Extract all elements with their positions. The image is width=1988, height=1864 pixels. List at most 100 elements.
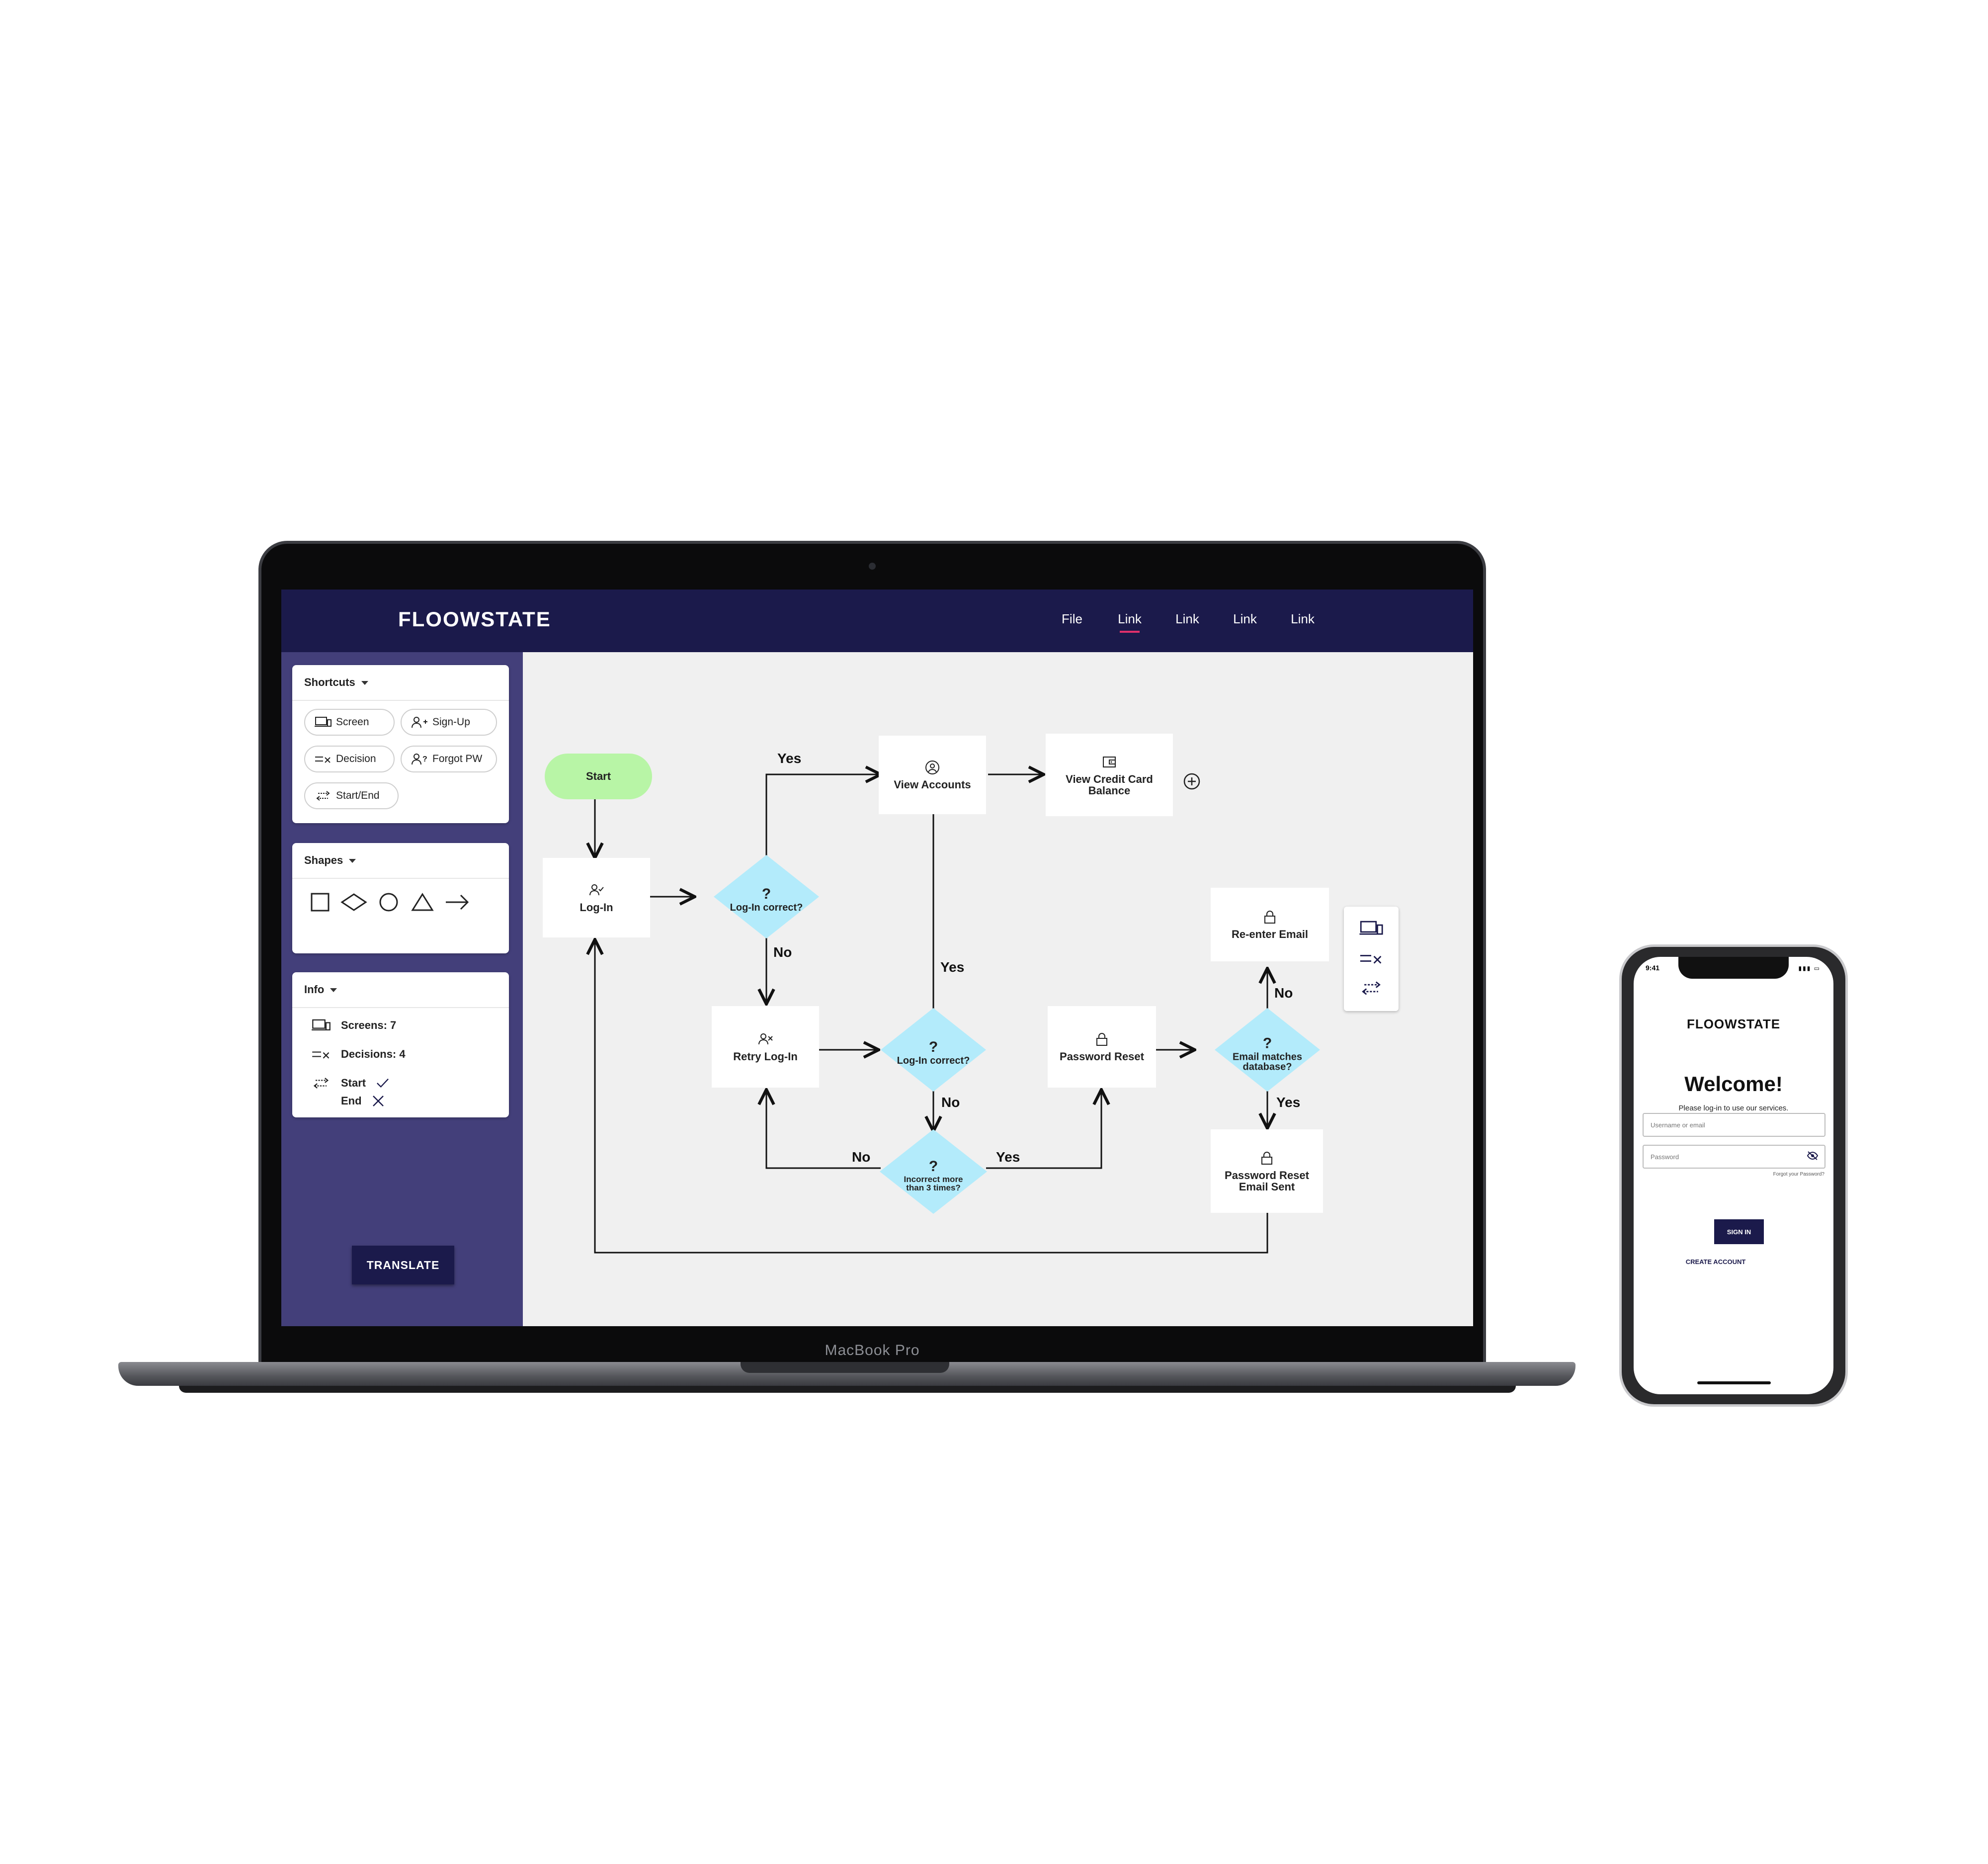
- svg-text:?: ?: [422, 755, 427, 763]
- circle-shape-icon[interactable]: [374, 890, 404, 915]
- floating-toolbar: [1344, 907, 1399, 1011]
- info-title: Info: [304, 983, 325, 996]
- start-end-icon: [316, 791, 330, 801]
- edge-label-no: No: [773, 944, 792, 960]
- info-end: End: [341, 1095, 385, 1107]
- translate-button[interactable]: TRANSLATE: [352, 1246, 454, 1284]
- shortcut-label: Screen: [336, 716, 369, 728]
- edge-label-yes: Yes: [1276, 1095, 1301, 1110]
- node-label: Password Reset: [1060, 1050, 1144, 1063]
- status-time: 9:41: [1646, 964, 1660, 972]
- nav-link-active[interactable]: Link: [1101, 611, 1159, 633]
- nav-file[interactable]: File: [1043, 611, 1101, 627]
- shortcuts-title: Shortcuts: [304, 676, 355, 688]
- nav-link[interactable]: Link: [1274, 611, 1331, 627]
- battery-icon: ▭: [1814, 965, 1821, 972]
- shortcut-signup-button[interactable]: Sign-Up: [401, 709, 497, 736]
- decision-email-matches[interactable]: ? Email matches database?: [1215, 1008, 1320, 1092]
- info-decisions: Decisions: 4: [311, 1047, 406, 1062]
- node-label: Log-In: [580, 901, 613, 914]
- info-screens: Screens: 7: [311, 1018, 396, 1033]
- node-password-reset[interactable]: Password Reset: [1048, 1006, 1156, 1088]
- info-header[interactable]: Info: [304, 983, 337, 996]
- wallet-icon: [1103, 756, 1116, 767]
- square-shape-icon[interactable]: [305, 890, 335, 915]
- node-password-reset-sent[interactable]: Password Reset Email Sent: [1211, 1129, 1323, 1213]
- welcome-title: Welcome!: [1684, 1072, 1783, 1096]
- flowchart-canvas[interactable]: Start Log-In View Accounts View Credit C…: [523, 652, 1473, 1326]
- sidebar: Shortcuts Screen Sign-Up Decision ? Forg…: [281, 652, 523, 1326]
- phone-screen: 9:41 ▮▮▮ ▭ FLOOWSTATE Welcome! Please lo…: [1634, 957, 1833, 1394]
- node-start[interactable]: Start: [545, 754, 652, 799]
- start-end-icon[interactable]: [1359, 979, 1384, 997]
- signal-icon: ▮▮▮: [1798, 965, 1812, 972]
- node-login[interactable]: Log-In: [543, 858, 650, 937]
- decision-login-correct-1[interactable]: ? Log-In correct?: [714, 855, 819, 938]
- phone-notch: [1678, 957, 1789, 979]
- create-account-link[interactable]: CREATE ACCOUNT: [1634, 1258, 1798, 1266]
- top-nav: File Link Link Link Link: [1043, 611, 1331, 633]
- info-start: Start: [311, 1076, 390, 1091]
- shapes-header[interactable]: Shapes: [304, 854, 356, 867]
- diamond-shape-icon[interactable]: [339, 890, 369, 915]
- decision-incorrect-more-than-3[interactable]: ? Incorrect more than 3 times?: [880, 1129, 987, 1214]
- lock-icon: [1096, 1033, 1107, 1046]
- home-indicator: [1697, 1381, 1771, 1384]
- decision-text: ? Log-In correct?: [714, 887, 819, 913]
- camera-dot: [869, 563, 876, 570]
- question-mark: ?: [761, 886, 771, 903]
- phone-logo: FLOOWSTATE: [1686, 1017, 1781, 1031]
- sign-in-button[interactable]: SIGN IN: [1714, 1219, 1764, 1244]
- shortcuts-header[interactable]: Shortcuts: [304, 676, 368, 689]
- shortcut-screen-button[interactable]: Screen: [304, 709, 395, 736]
- user-x-icon: [758, 1033, 773, 1045]
- node-view-accounts[interactable]: View Accounts: [879, 736, 986, 814]
- edge-label-no: No: [941, 1095, 960, 1110]
- shortcut-label: Decision: [336, 753, 376, 764]
- arrow-shape-icon[interactable]: [442, 890, 472, 915]
- status-icons: ▮▮▮ ▭: [1799, 965, 1821, 972]
- welcome-subtitle: Please log-in to use our services.: [1678, 1104, 1789, 1112]
- decision-login-correct-2[interactable]: ? Log-In correct?: [881, 1008, 986, 1092]
- shortcut-start-end-button[interactable]: Start/End: [304, 782, 399, 809]
- edge-label-yes: Yes: [777, 751, 802, 766]
- question-mark: ?: [928, 1039, 938, 1056]
- nav-link[interactable]: Link: [1216, 611, 1274, 627]
- user-check-icon: [589, 884, 604, 896]
- screen-icon[interactable]: [1359, 920, 1384, 937]
- eye-off-icon[interactable]: [1807, 1151, 1819, 1161]
- node-label: Password Reset Email Sent: [1225, 1169, 1309, 1193]
- info-panel: Info Screens: 7 Decisions: 4 Start End: [292, 972, 509, 1117]
- account-circle-icon: [925, 761, 939, 775]
- laptop-brand-label: MacBook Pro: [825, 1342, 920, 1358]
- decision-icon: [312, 1051, 330, 1059]
- decision-icon[interactable]: [1359, 949, 1384, 967]
- forgot-password-link[interactable]: Forgot your Password?: [1773, 1172, 1824, 1177]
- node-reenter-email[interactable]: Re-enter Email: [1211, 888, 1329, 961]
- shortcut-label: Sign-Up: [432, 716, 470, 728]
- start-end-icon: [313, 1078, 329, 1089]
- laptop-feet: [179, 1386, 1516, 1393]
- lock-icon: [1264, 911, 1275, 924]
- close-icon: [372, 1096, 384, 1106]
- shortcut-label: Forgot PW: [432, 753, 483, 764]
- node-label: View Credit Card Balance: [1066, 772, 1153, 797]
- shortcut-label: Start/End: [336, 790, 380, 801]
- node-view-credit-card[interactable]: View Credit Card Balance: [1046, 734, 1173, 816]
- triangle-shape-icon[interactable]: [408, 890, 437, 915]
- shortcuts-panel: Shortcuts Screen Sign-Up Decision ? Forg…: [292, 665, 509, 823]
- laptop-lid: FLOOWSTATE File Link Link Link Link Shor…: [258, 541, 1486, 1367]
- laptop-base: [118, 1362, 1575, 1386]
- app-logo: FLOOWSTATE: [398, 607, 551, 631]
- password-input[interactable]: [1643, 1145, 1825, 1169]
- add-circle-icon[interactable]: [1183, 772, 1201, 790]
- laptop-hinge-notch: [741, 1362, 949, 1373]
- user-plus-icon: [412, 717, 427, 728]
- node-label: View Accounts: [894, 778, 971, 791]
- shortcut-decision-button[interactable]: Decision: [304, 746, 395, 772]
- nav-link[interactable]: Link: [1159, 611, 1216, 627]
- username-input[interactable]: [1643, 1113, 1825, 1137]
- decision-label: Email matches database?: [1232, 1051, 1303, 1073]
- shortcut-forgot-pw-button[interactable]: ? Forgot PW: [401, 746, 497, 772]
- node-retry-login[interactable]: Retry Log-In: [712, 1006, 819, 1088]
